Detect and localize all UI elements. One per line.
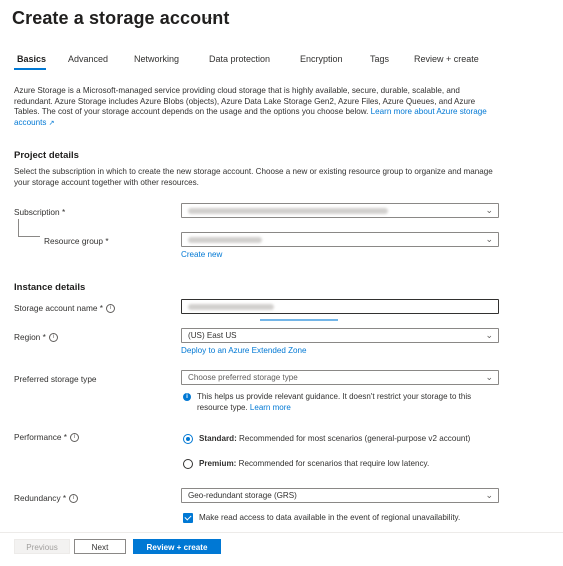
create-storage-account-page: Create a storage account ··· Basics Adva… (0, 0, 563, 566)
storage-type-info-body: This helps us provide relevant guidance.… (197, 392, 472, 412)
preferred-storage-type-dropdown[interactable]: Choose preferred storage type ⌄ (181, 370, 499, 385)
info-icon[interactable]: i (69, 494, 79, 504)
storage-account-name-label: Storage account name * i (14, 303, 116, 314)
extended-zone-link[interactable]: Deploy to an Azure Extended Zone (181, 346, 307, 355)
region-dropdown[interactable]: (US) East US ⌄ (181, 328, 499, 343)
storage-account-name-value-redacted (188, 303, 274, 310)
resource-group-value-redacted (188, 236, 262, 243)
create-new-link[interactable]: Create new (181, 250, 222, 259)
chevron-down-icon: ⌄ (485, 330, 493, 340)
performance-premium-radio[interactable]: Premium: Recommended for scenarios that … (183, 459, 429, 469)
radio-unchecked-icon (183, 459, 193, 469)
region-label-text: Region * (14, 332, 46, 342)
footer-divider (0, 532, 563, 533)
radio-checked-icon (183, 434, 193, 444)
project-details-description: Select the subscription in which to crea… (14, 167, 493, 187)
performance-label: Performance * i (14, 432, 80, 443)
tab-basics[interactable]: Basics (17, 54, 46, 64)
premium-option-text: Recommended for scenarios that require l… (236, 459, 430, 469)
chevron-down-icon: ⌄ (485, 490, 493, 500)
tab-review-create[interactable]: Review + create (414, 54, 479, 64)
info-icon[interactable]: i (106, 304, 116, 314)
info-icon[interactable]: i (48, 333, 58, 343)
standard-option-text: Recommended for most scenarios (general-… (236, 434, 471, 444)
chevron-down-icon: ⌄ (485, 372, 493, 382)
info-icon: i (183, 393, 191, 401)
more-options-icon[interactable]: ··· (204, 10, 220, 25)
redundancy-value: Geo-redundant storage (GRS) (188, 491, 297, 500)
tab-data-protection[interactable]: Data protection (209, 54, 270, 64)
subscription-dropdown[interactable]: ⌄ (181, 203, 499, 218)
review-create-button[interactable]: Review + create (133, 539, 221, 554)
storage-account-name-input[interactable] (181, 299, 499, 314)
region-label: Region * i (14, 332, 58, 343)
tree-connector (18, 219, 19, 236)
instance-details-heading: Instance details (14, 282, 86, 293)
previous-button[interactable]: Previous (14, 539, 70, 554)
subscription-label: Subscription * (14, 207, 66, 217)
storage-type-info-text: This helps us provide relevant guidance.… (197, 392, 497, 413)
tab-bar: Basics Advanced Networking Data protecti… (0, 52, 563, 76)
standard-option-label: Standard: (199, 434, 237, 444)
read-access-checkbox[interactable]: Make read access to data available in th… (183, 513, 460, 523)
storage-account-name-label-text: Storage account name * (14, 303, 104, 313)
subscription-value-redacted (188, 207, 388, 214)
chevron-down-icon: ⌄ (485, 205, 493, 215)
premium-option-label: Premium: (199, 459, 237, 469)
region-value: (US) East US (188, 331, 237, 340)
performance-label-text: Performance * (14, 432, 68, 442)
tab-tags[interactable]: Tags (370, 54, 389, 64)
info-icon[interactable]: i (70, 433, 80, 443)
tab-advanced[interactable]: Advanced (68, 54, 108, 64)
read-access-text: Make read access to data available in th… (199, 513, 461, 523)
redundancy-label-text: Redundancy * (14, 493, 67, 503)
tab-encryption[interactable]: Encryption (300, 54, 343, 64)
tab-networking[interactable]: Networking (134, 54, 179, 64)
redundancy-dropdown[interactable]: Geo-redundant storage (GRS) ⌄ (181, 488, 499, 503)
input-focus-underline (260, 319, 338, 321)
page-title: Create a storage account (12, 8, 230, 28)
chevron-down-icon: ⌄ (485, 234, 493, 244)
performance-standard-radio[interactable]: Standard: Recommended for most scenarios… (183, 434, 470, 444)
project-details-heading: Project details (14, 150, 79, 161)
resource-group-label: Resource group * (44, 236, 109, 246)
tree-connector (18, 236, 40, 237)
resource-group-dropdown[interactable]: ⌄ (181, 232, 499, 247)
intro-text: Azure Storage is a Microsoft-managed ser… (14, 86, 500, 129)
storage-type-placeholder: Choose preferred storage type (188, 373, 298, 382)
storage-type-learn-more-link[interactable]: Learn more (250, 403, 291, 412)
redundancy-label: Redundancy * i (14, 493, 79, 504)
next-button[interactable]: Next (74, 539, 126, 554)
external-link-icon: ↗ (48, 119, 55, 127)
preferred-storage-type-label: Preferred storage type (14, 374, 97, 384)
checkbox-checked-icon (183, 513, 193, 523)
active-tab-indicator (14, 68, 46, 70)
